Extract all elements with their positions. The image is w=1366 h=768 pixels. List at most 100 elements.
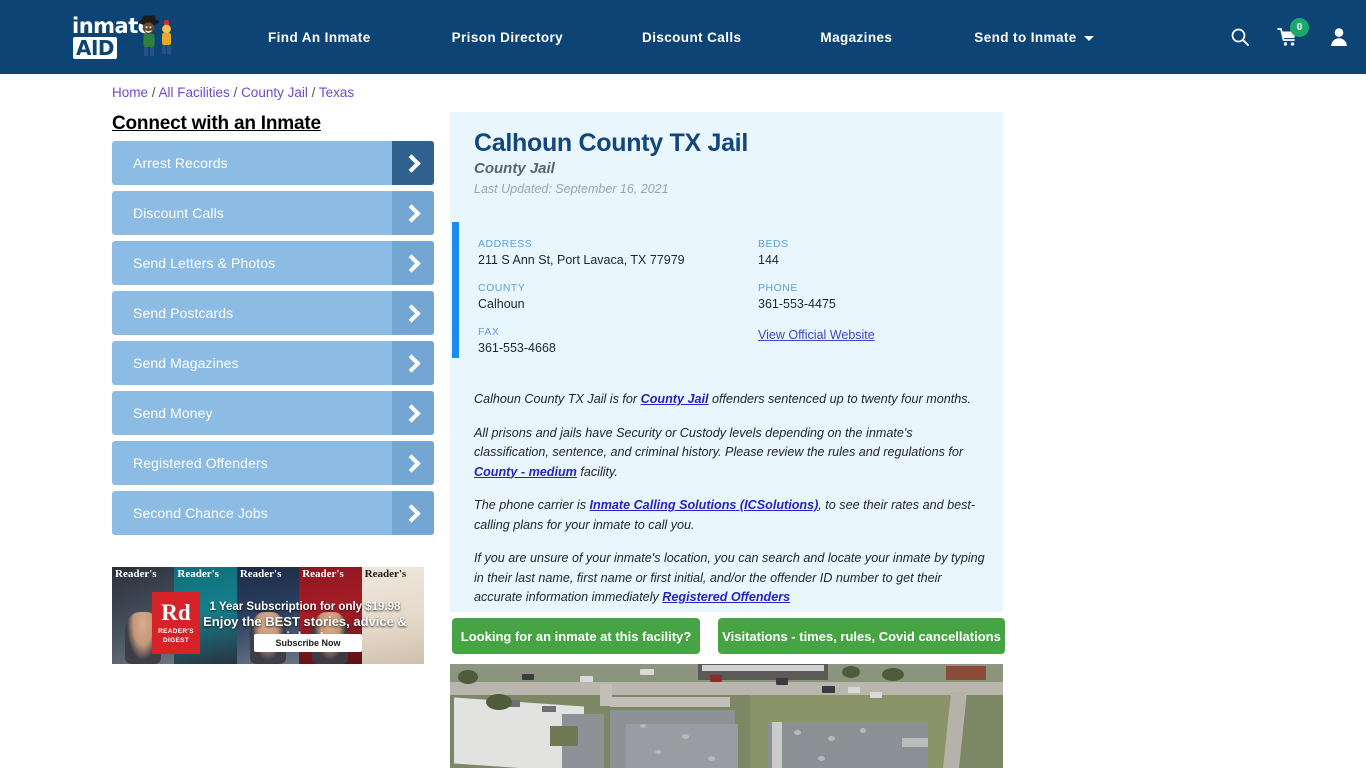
info-value: 361-553-4475 — [758, 297, 836, 311]
chevron-down-icon — [1083, 35, 1094, 41]
breadcrumb-separator: / — [229, 85, 242, 100]
official-website-link[interactable]: View Official Website — [758, 328, 875, 342]
info-item-fax: FAX 361-553-4668 — [478, 326, 758, 355]
info-value: 211 S Ann St, Port Lavaca, TX 77979 — [478, 253, 685, 267]
info-item-county: COUNTY Calhoun — [478, 282, 758, 311]
link-registered-offenders[interactable]: Registered Offenders — [662, 590, 790, 604]
sidebar-item-arrest-records[interactable]: Arrest Records — [112, 141, 434, 185]
sidebar-item-discount-calls[interactable]: Discount Calls — [112, 191, 434, 235]
link-county-medium[interactable]: County - medium — [474, 465, 577, 479]
info-item-beds: BEDS 144 — [758, 238, 988, 267]
nav-link-prison-directory[interactable]: Prison Directory — [452, 30, 563, 45]
p1-text-b: offenders sentenced up to twenty four mo… — [708, 392, 972, 406]
nav-link-send-to-inmate[interactable]: Send to Inmate — [974, 30, 1094, 45]
site-logo[interactable]: inmateAID — [72, 15, 196, 59]
p1-text-a: Calhoun County TX Jail is for — [474, 392, 641, 406]
sidebar-item-send-magazines[interactable]: Send Magazines — [112, 341, 434, 385]
sidebar-item-send-letters-photos[interactable]: Send Letters & Photos — [112, 241, 434, 285]
info-item-phone: PHONE 361-553-4475 — [758, 282, 988, 311]
facility-detail-card: Calhoun County TX Jail County Jail Last … — [450, 112, 1003, 612]
description-paragraph-4: If you are unsure of your inmate's locat… — [474, 549, 986, 608]
p2-text-a: All prisons and jails have Security or C… — [474, 425, 964, 460]
aerial-rooftop-vent — [682, 734, 689, 739]
ad-cover-title: Reader's — [115, 568, 157, 580]
aerial-rooftop-vent — [708, 756, 715, 761]
chevron-right-icon — [392, 491, 434, 535]
aerial-roof-strip — [702, 665, 824, 671]
find-inmate-button[interactable]: Looking for an inmate at this facility? — [452, 618, 700, 654]
aerial-walkway — [610, 697, 730, 707]
link-county-jail[interactable]: County Jail — [641, 392, 709, 406]
aerial-rooftop-vent — [640, 724, 646, 728]
ad-logo-initials: Rd — [161, 600, 191, 626]
info-column-left: ADDRESS 211 S Ann St, Port Lavaca, TX 77… — [478, 238, 758, 370]
description-paragraph-3: The phone carrier is Inmate Calling Solu… — [474, 496, 986, 535]
sidebar-item-label: Send Magazines — [133, 355, 239, 371]
chevron-right-icon — [392, 241, 434, 285]
info-label: ADDRESS — [478, 238, 533, 250]
aerial-rooftop-unit — [542, 706, 556, 712]
sidebar-item-label: Registered Offenders — [133, 455, 268, 471]
sidebar-item-label: Send Letters & Photos — [133, 255, 276, 271]
user-icon — [1331, 28, 1347, 46]
info-label: PHONE — [758, 282, 798, 294]
chevron-right-icon — [392, 391, 434, 435]
visitations-button[interactable]: Visitations - times, rules, Covid cancel… — [718, 618, 1005, 654]
nav-link-magazines[interactable]: Magazines — [820, 30, 892, 45]
ad-cover-title: Reader's — [177, 568, 219, 580]
chevron-right-icon — [392, 291, 434, 335]
cart-count-badge: 0 — [1290, 18, 1309, 37]
ad-headline-primary: 1 Year Subscription for only $19.98 — [209, 601, 401, 613]
account-button[interactable] — [1312, 0, 1366, 74]
sidebar-item-send-postcards[interactable]: Send Postcards — [112, 291, 434, 335]
info-value: Calhoun — [478, 297, 525, 311]
info-column-right: BEDS 144 PHONE 361-553-4475 View Officia… — [758, 238, 988, 359]
nav-link-discount-calls[interactable]: Discount Calls — [642, 30, 741, 45]
aerial-vehicle — [870, 692, 882, 698]
info-item-address: ADDRESS 211 S Ann St, Port Lavaca, TX 77… — [478, 238, 758, 267]
breadcrumb-link-home[interactable]: Home — [112, 85, 148, 100]
sidebar-item-label: Discount Calls — [133, 205, 224, 221]
primary-nav-links: Find An Inmate Prison Directory Discount… — [268, 0, 1094, 74]
sidebar-item-second-chance-jobs[interactable]: Second Chance Jobs — [112, 491, 434, 535]
sidebar-heading: Connect with an Inmate — [112, 113, 321, 134]
aerial-vehicle — [640, 669, 654, 675]
aerial-rooftop-vent — [860, 728, 866, 733]
ad-subscribe-button[interactable]: Subscribe Now — [254, 634, 362, 652]
sidebar-item-registered-offenders[interactable]: Registered Offenders — [112, 441, 434, 485]
aerial-vehicle — [710, 675, 722, 682]
top-navigation-bar: inmateAID Find An Inmate Prison Director… — [0, 0, 1366, 74]
aerial-tree — [882, 668, 904, 681]
breadcrumb-link-texas[interactable]: Texas — [319, 85, 354, 100]
mascot-character-icon — [139, 15, 171, 56]
aerial-vehicle — [522, 674, 534, 680]
aerial-rooftop-structure — [902, 738, 928, 747]
link-icsolutions[interactable]: Inmate Calling Solutions (ICSolutions) — [590, 498, 819, 512]
info-label: COUNTY — [478, 282, 526, 294]
nav-link-find-an-inmate[interactable]: Find An Inmate — [268, 30, 371, 45]
breadcrumb-separator: / — [307, 85, 319, 100]
sidebar-item-label: Arrest Records — [133, 155, 228, 171]
search-icon — [1231, 28, 1249, 46]
cart-button[interactable]: 0 — [1264, 0, 1312, 74]
sidebar-item-label: Send Money — [133, 405, 213, 421]
sidebar-item-label: Send Postcards — [133, 305, 234, 321]
description-paragraph-1: Calhoun County TX Jail is for County Jai… — [474, 390, 986, 410]
aerial-road-horizontal — [450, 682, 1003, 695]
advertisement-banner[interactable]: Reader's Reader's Reader's Reader's Read… — [112, 567, 424, 664]
breadcrumb-link-county-jail[interactable]: County Jail — [241, 85, 308, 100]
breadcrumb-separator: / — [148, 85, 159, 100]
ad-cover-title: Reader's — [302, 568, 344, 580]
chevron-right-icon — [392, 341, 434, 385]
aerial-rooftop-vent — [828, 736, 835, 741]
sidebar-item-send-money[interactable]: Send Money — [112, 391, 434, 435]
search-button[interactable] — [1216, 0, 1264, 74]
aerial-building-center-wing — [626, 724, 738, 768]
aerial-vehicle — [776, 678, 788, 685]
logo-badge: AID — [73, 36, 118, 59]
chevron-right-icon — [392, 141, 434, 185]
page-title: Calhoun County TX Jail — [474, 129, 748, 157]
breadcrumb-link-all-facilities[interactable]: All Facilities — [159, 85, 230, 100]
p2-text-b: facility. — [576, 464, 618, 479]
aerial-rooftop-vent — [794, 730, 801, 735]
